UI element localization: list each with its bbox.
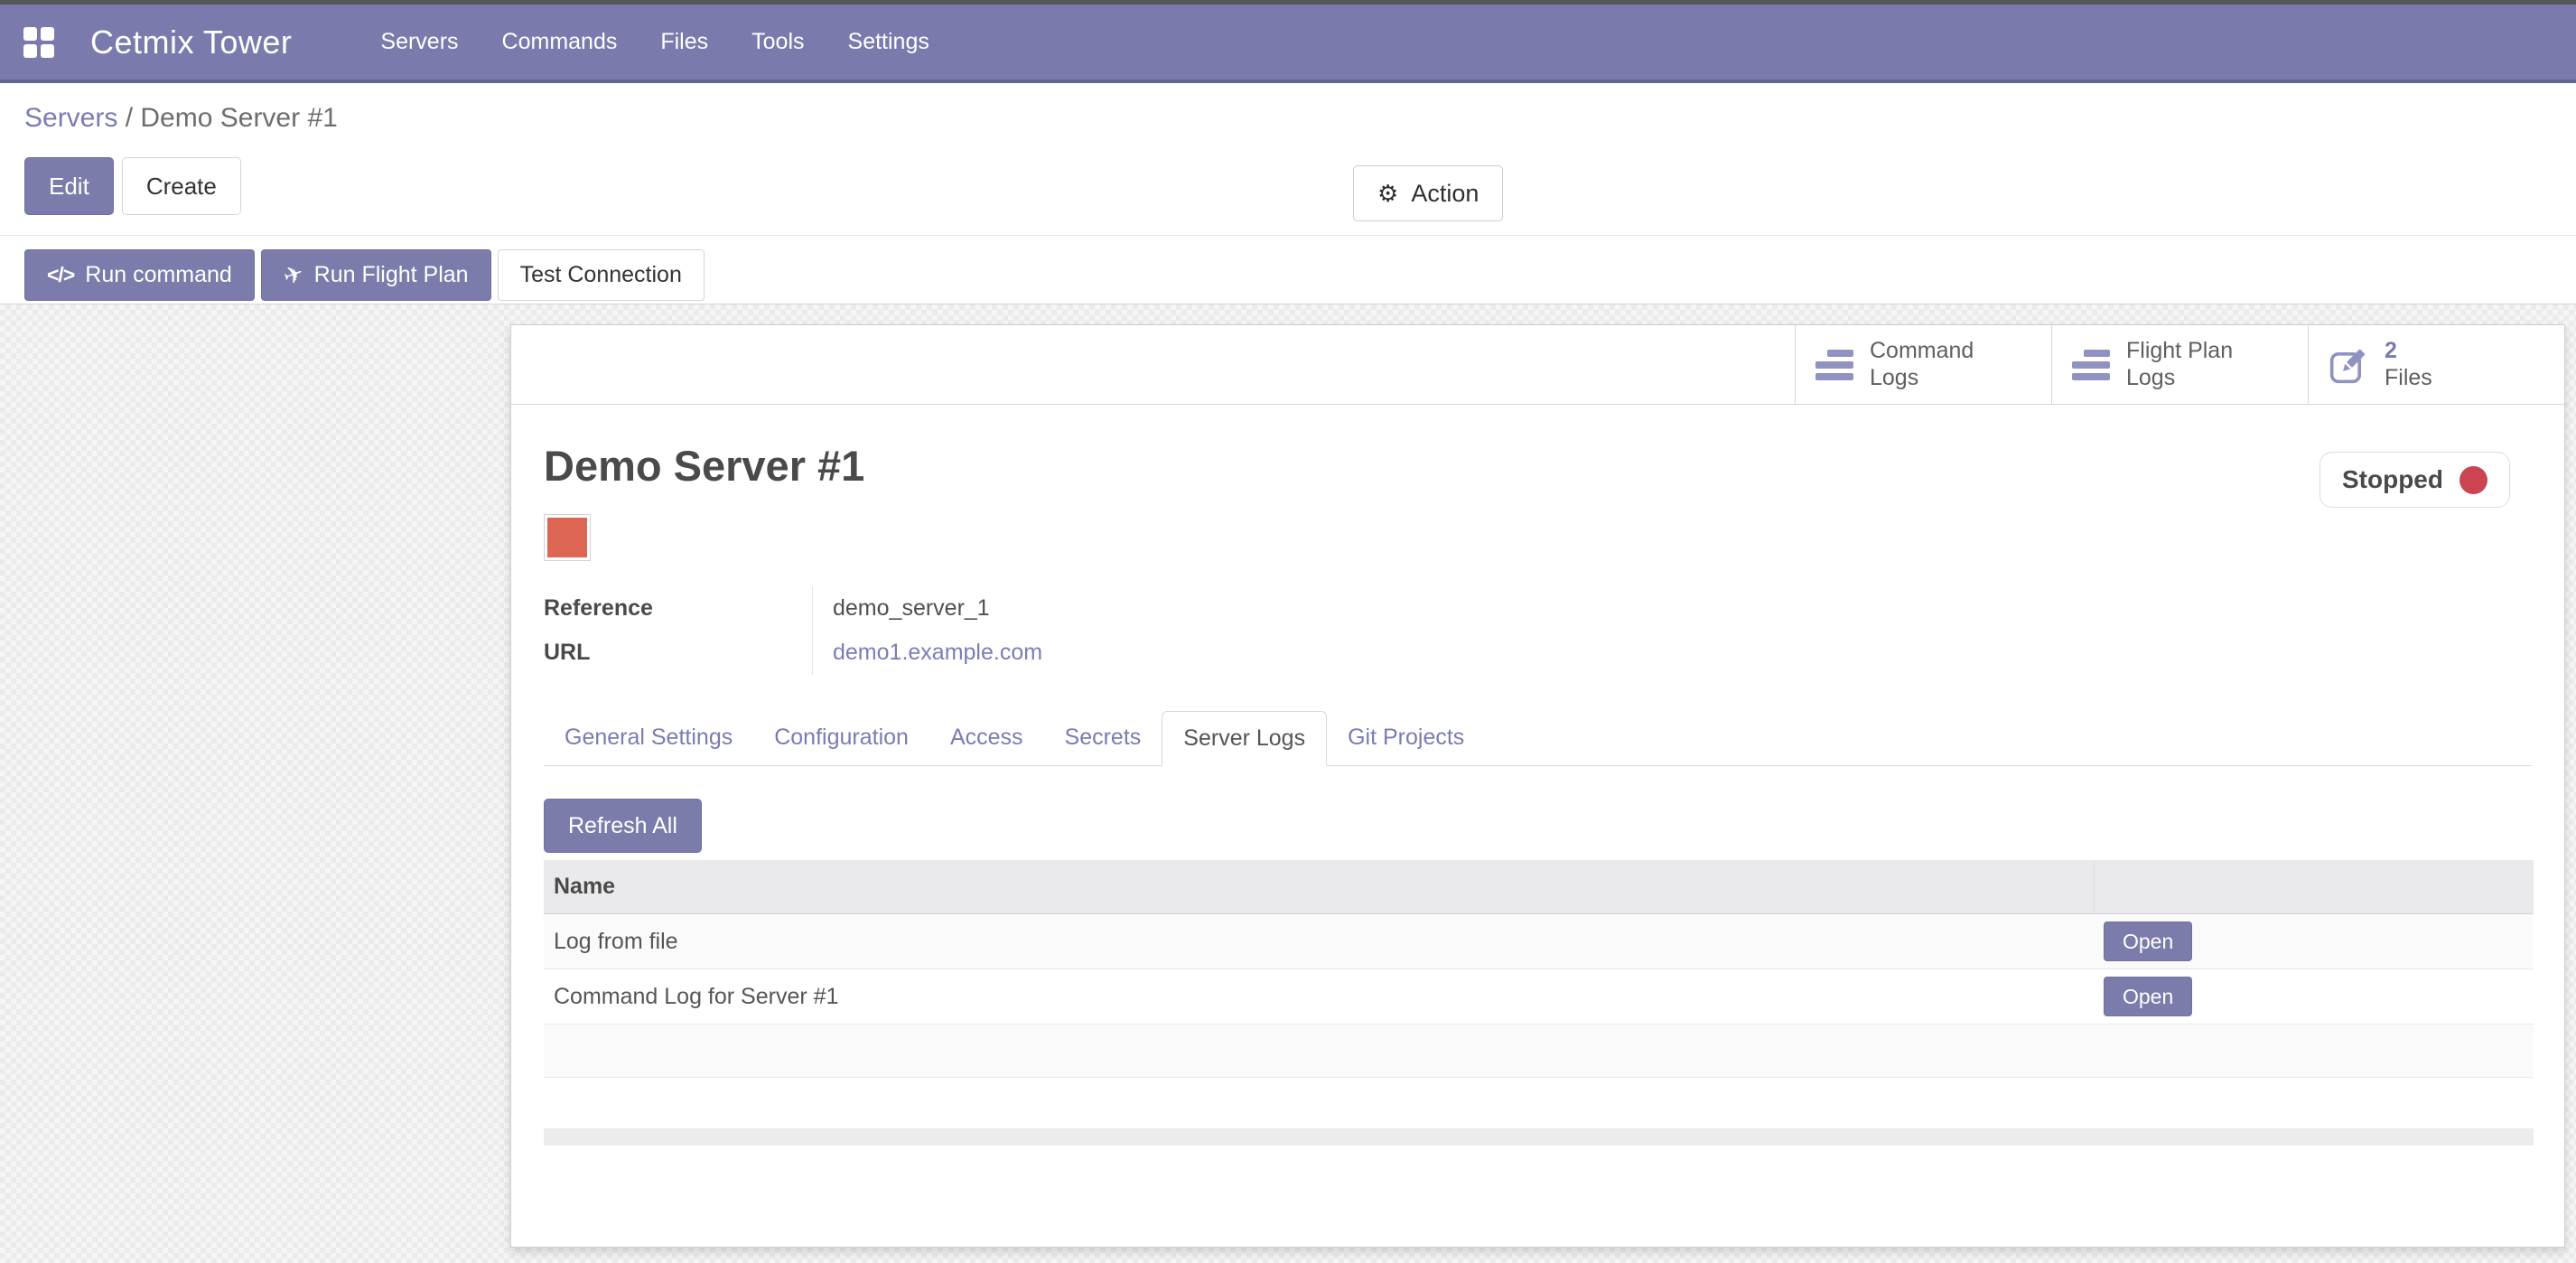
list-icon xyxy=(1815,350,1853,380)
breadcrumb-current: Demo Server #1 xyxy=(140,103,337,133)
server-color-swatch[interactable] xyxy=(544,514,591,561)
create-button[interactable]: Create xyxy=(122,157,241,215)
gear-icon: ⚙ xyxy=(1377,182,1398,205)
menu-item-tools[interactable]: Tools xyxy=(750,23,806,61)
tab-git-projects[interactable]: Git Projects xyxy=(1327,711,1485,766)
app-brand[interactable]: Cetmix Tower xyxy=(90,23,292,61)
table-footer-bar xyxy=(544,1128,2534,1146)
stat-button-flight-plan-logs[interactable]: Flight Plan Logs xyxy=(2051,325,2308,404)
files-count: 2 xyxy=(2385,338,2397,363)
action-button-label: Action xyxy=(1411,180,1479,208)
server-form-sheet: Command Logs Flight Plan Logs xyxy=(510,324,2565,1248)
menu-item-settings[interactable]: Settings xyxy=(846,23,931,61)
tab-configuration[interactable]: Configuration xyxy=(753,711,929,766)
menu-item-files[interactable]: Files xyxy=(658,23,710,61)
plane-icon: ✈ xyxy=(279,258,307,292)
run-command-label: Run command xyxy=(85,262,232,288)
actions-column-header xyxy=(2094,860,2534,914)
control-panel: Servers / Demo Server #1 Edit Create ⚙ A… xyxy=(0,83,2576,304)
breadcrumb: Servers / Demo Server #1 xyxy=(24,103,338,134)
table-row[interactable]: Command Log for Server #1 Open xyxy=(544,969,2534,1024)
stat-button-bar: Command Logs Flight Plan Logs xyxy=(511,325,2564,405)
run-command-button[interactable]: </> Run command xyxy=(24,249,255,301)
refresh-all-button[interactable]: Refresh All xyxy=(544,799,702,853)
field-group: Reference demo_server_1 URL demo1.exampl… xyxy=(544,586,1357,675)
stat-button-command-logs[interactable]: Command Logs xyxy=(1795,325,2051,404)
edit-button[interactable]: Edit xyxy=(24,157,114,215)
tab-access[interactable]: Access xyxy=(929,711,1044,766)
tab-server-logs[interactable]: Server Logs xyxy=(1162,711,1327,766)
table-header-row: Name xyxy=(544,860,2534,914)
edit-create-row: Edit Create xyxy=(24,157,241,215)
notebook-tabs: General Settings Configuration Access Se… xyxy=(544,711,2532,766)
control-panel-divider xyxy=(0,235,2576,236)
stat-label: Flight Plan Logs xyxy=(2126,338,2233,391)
reference-field-label: Reference xyxy=(544,586,812,631)
stat-label: Command Logs xyxy=(1870,338,1974,391)
menu-item-servers[interactable]: Servers xyxy=(378,23,460,61)
sheet-body: Demo Server #1 Reference demo_server_1 U… xyxy=(511,441,2564,1146)
server-actions-row: </> Run command ✈ Run Flight Plan Test C… xyxy=(24,249,705,301)
main-menu: Servers Commands Files Tools Settings xyxy=(378,23,930,61)
menu-item-commands[interactable]: Commands xyxy=(500,23,620,61)
table-row[interactable]: Log from file Open xyxy=(544,914,2534,969)
code-icon: </> xyxy=(47,263,74,287)
open-log-button[interactable]: Open xyxy=(2104,922,2192,961)
table-empty-row xyxy=(544,1024,2534,1078)
url-field-label: URL xyxy=(544,631,812,675)
action-button[interactable]: ⚙ Action xyxy=(1353,165,1503,221)
top-navbar: Cetmix Tower Servers Commands Files Tool… xyxy=(0,0,2576,83)
run-flight-plan-button[interactable]: ✈ Run Flight Plan xyxy=(261,249,491,301)
breadcrumb-separator: / xyxy=(126,103,133,133)
server-logs-table: Name Log from file Open Command Log for … xyxy=(544,860,2534,1078)
name-column-header[interactable]: Name xyxy=(544,860,2094,914)
log-name-cell[interactable]: Log from file xyxy=(544,914,2094,969)
run-flight-plan-label: Run Flight Plan xyxy=(314,262,469,288)
reference-field-value: demo_server_1 xyxy=(812,586,1357,631)
content-background: Command Logs Flight Plan Logs xyxy=(0,304,2576,1263)
edit-square-icon xyxy=(2329,345,2368,385)
tab-general-settings[interactable]: General Settings xyxy=(544,711,753,766)
open-log-button[interactable]: Open xyxy=(2104,977,2192,1016)
test-connection-button[interactable]: Test Connection xyxy=(498,249,705,301)
server-title: Demo Server #1 xyxy=(544,441,2532,491)
log-name-cell[interactable]: Command Log for Server #1 xyxy=(544,969,2094,1024)
stat-label: 2 Files xyxy=(2385,338,2432,391)
tab-secrets[interactable]: Secrets xyxy=(1044,711,1162,766)
apps-grid-icon[interactable] xyxy=(23,27,54,58)
list-icon xyxy=(2072,350,2110,380)
stat-button-files[interactable]: 2 Files xyxy=(2308,325,2564,404)
breadcrumb-servers-link[interactable]: Servers xyxy=(24,103,117,133)
url-field-value[interactable]: demo1.example.com xyxy=(812,631,1357,675)
